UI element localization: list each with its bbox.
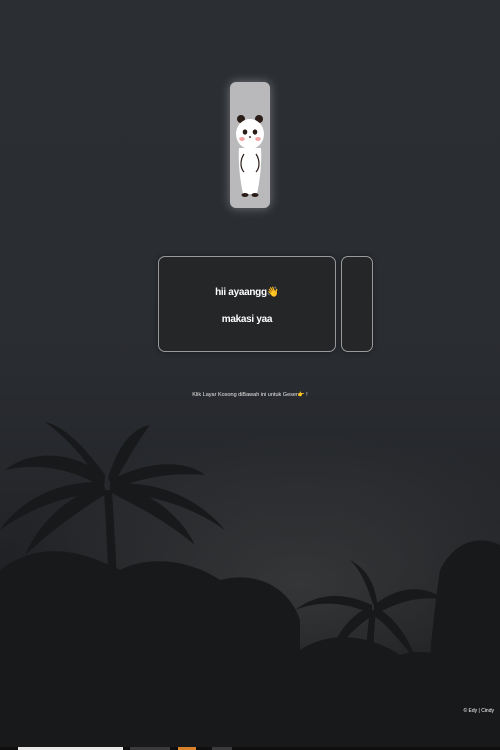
message-carousel[interactable]: hii ayaangg👋 makasi yaa (0, 256, 500, 352)
message-line-1: hii ayaangg👋 (215, 287, 279, 298)
swipe-hint: Klik Layar Kosong diBawah ini untuk Gese… (192, 392, 308, 398)
avatar-card (230, 82, 270, 208)
credit-text: © Edy | Cindy (463, 708, 494, 714)
message-line-2: makasi yaa (221, 314, 273, 325)
panda-sticker-icon (236, 115, 264, 197)
message-card[interactable]: hii ayaangg👋 makasi yaa (158, 256, 336, 352)
palm-tree-silhouette (0, 422, 500, 750)
next-message-card[interactable] (341, 256, 373, 352)
